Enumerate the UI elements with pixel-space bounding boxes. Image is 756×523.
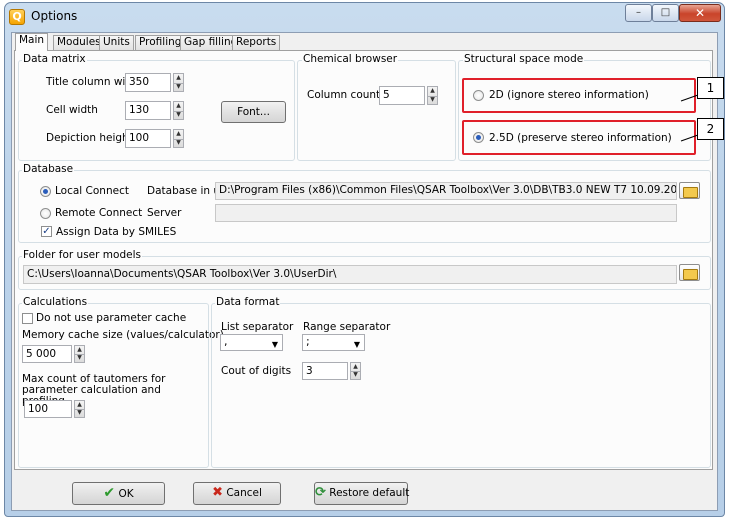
range-separator-label: Range separator	[303, 321, 391, 333]
spin-down-icon[interactable]: ▼	[174, 111, 183, 120]
no-cache-label[interactable]: Do not use parameter cache	[36, 312, 186, 324]
spin-down-icon[interactable]: ▼	[75, 354, 84, 362]
cell-width-input[interactable]: 130	[125, 101, 171, 120]
browse-database-button[interactable]	[679, 182, 700, 199]
max-tautomers-spinner[interactable]: ▲ ▼	[74, 400, 85, 418]
structural-space-legend: Structural space mode	[463, 53, 585, 65]
refresh-icon: ⟳	[315, 485, 326, 500]
radio-local-connect[interactable]	[40, 186, 51, 197]
cancel-button[interactable]: ✖ Cancel	[193, 482, 281, 505]
memory-cache-spinner[interactable]: ▲ ▼	[74, 345, 85, 363]
open-folder-icon	[683, 187, 698, 198]
list-separator-value: ,	[224, 335, 228, 348]
max-tautomers-input[interactable]: 100	[24, 400, 72, 418]
data-matrix-legend: Data matrix	[22, 53, 87, 65]
spin-down-icon[interactable]: ▼	[428, 96, 437, 105]
radio-2d-label[interactable]: 2D (ignore stereo information)	[489, 89, 649, 101]
app-logo-icon: Q	[9, 9, 25, 25]
tab-reports[interactable]: Reports	[232, 35, 281, 50]
font-button[interactable]: Font...	[221, 101, 286, 123]
column-count-input[interactable]: 5	[379, 86, 425, 105]
dropdown-arrow-icon: ▼	[353, 340, 360, 349]
title-column-width-input[interactable]: 350	[125, 73, 171, 92]
tab-profiling[interactable]: Profiling	[135, 35, 186, 50]
minimize-button[interactable]: –	[625, 4, 652, 22]
cell-width-spinner[interactable]: ▲ ▼	[173, 101, 184, 120]
user-models-path-field[interactable]: C:\Users\Ioanna\Documents\QSAR Toolbox\V…	[23, 265, 677, 284]
column-count-label: Column count	[307, 89, 381, 101]
data-format-legend: Data format	[215, 296, 281, 308]
chemical-browser-group	[297, 60, 456, 161]
x-icon: ✖	[212, 485, 223, 500]
database-path-field[interactable]: D:\Program Files (x86)\Common Files\QSAR…	[215, 182, 677, 200]
spin-down-icon[interactable]: ▼	[174, 139, 183, 148]
ok-button[interactable]: ✔ OK	[72, 482, 165, 505]
server-label: Server	[147, 207, 182, 219]
radio-remote-connect[interactable]	[40, 208, 51, 219]
range-separator-select[interactable]: ; ▼	[302, 334, 365, 351]
tab-main[interactable]: Main	[15, 33, 49, 51]
user-models-legend: Folder for user models	[22, 249, 142, 261]
depiction-height-label: Depiction height	[46, 132, 133, 144]
digits-spinner[interactable]: ▲ ▼	[350, 362, 361, 380]
open-folder-icon	[683, 269, 698, 280]
depiction-height-spinner[interactable]: ▲ ▼	[173, 129, 184, 148]
checkmark-icon: ✔	[103, 485, 116, 501]
radio-2-5d-label[interactable]: 2.5D (preserve stereo information)	[489, 132, 672, 144]
range-separator-value: ;	[306, 335, 310, 348]
maximize-button[interactable]: □	[652, 4, 679, 22]
title-column-width-spinner[interactable]: ▲ ▼	[173, 73, 184, 92]
memory-cache-input[interactable]: 5 000	[22, 345, 72, 363]
tab-units[interactable]: Units	[99, 35, 134, 50]
calculations-legend: Calculations	[22, 296, 89, 308]
ok-label: OK	[118, 488, 134, 500]
radio-2d[interactable]	[473, 90, 484, 101]
assign-by-smiles-checkbox[interactable]: ✓	[41, 226, 52, 237]
memory-cache-label: Memory cache size (values/calculator)	[22, 329, 224, 341]
close-button[interactable]: ✕	[679, 4, 721, 22]
radio-2-5d[interactable]	[473, 132, 484, 143]
no-cache-checkbox[interactable]	[22, 313, 33, 324]
digits-input[interactable]: 3	[302, 362, 348, 380]
cancel-label: Cancel	[226, 487, 262, 499]
remote-connect-label[interactable]: Remote Connect	[55, 207, 142, 219]
callout-label-2: 2	[697, 118, 724, 140]
title-bar[interactable]	[4, 2, 725, 32]
cell-width-label: Cell width	[46, 104, 98, 116]
callout-label-1: 1	[697, 77, 724, 99]
list-separator-label: List separator	[221, 321, 294, 333]
spin-down-icon[interactable]: ▼	[75, 409, 84, 417]
browse-user-models-button[interactable]	[679, 264, 700, 281]
local-connect-label[interactable]: Local Connect	[55, 185, 129, 197]
digits-label: Cout of digits	[221, 365, 292, 377]
chemical-browser-legend: Chemical browser	[302, 53, 399, 65]
dropdown-arrow-icon: ▼	[271, 340, 278, 349]
list-separator-select[interactable]: , ▼	[220, 334, 283, 351]
spin-down-icon[interactable]: ▼	[174, 83, 183, 92]
depiction-height-input[interactable]: 100	[125, 129, 171, 148]
tab-modules[interactable]: Modules	[53, 35, 105, 50]
spin-down-icon[interactable]: ▼	[351, 371, 360, 379]
window-title: Options	[31, 9, 78, 23]
restore-default-label: Restore default	[329, 487, 410, 499]
database-legend: Database	[22, 163, 75, 175]
restore-default-button[interactable]: ⟳ Restore default	[314, 482, 410, 505]
server-field[interactable]	[215, 204, 677, 222]
assign-by-smiles-label[interactable]: Assign Data by SMILES	[56, 226, 176, 238]
column-count-spinner[interactable]: ▲ ▼	[427, 86, 438, 105]
